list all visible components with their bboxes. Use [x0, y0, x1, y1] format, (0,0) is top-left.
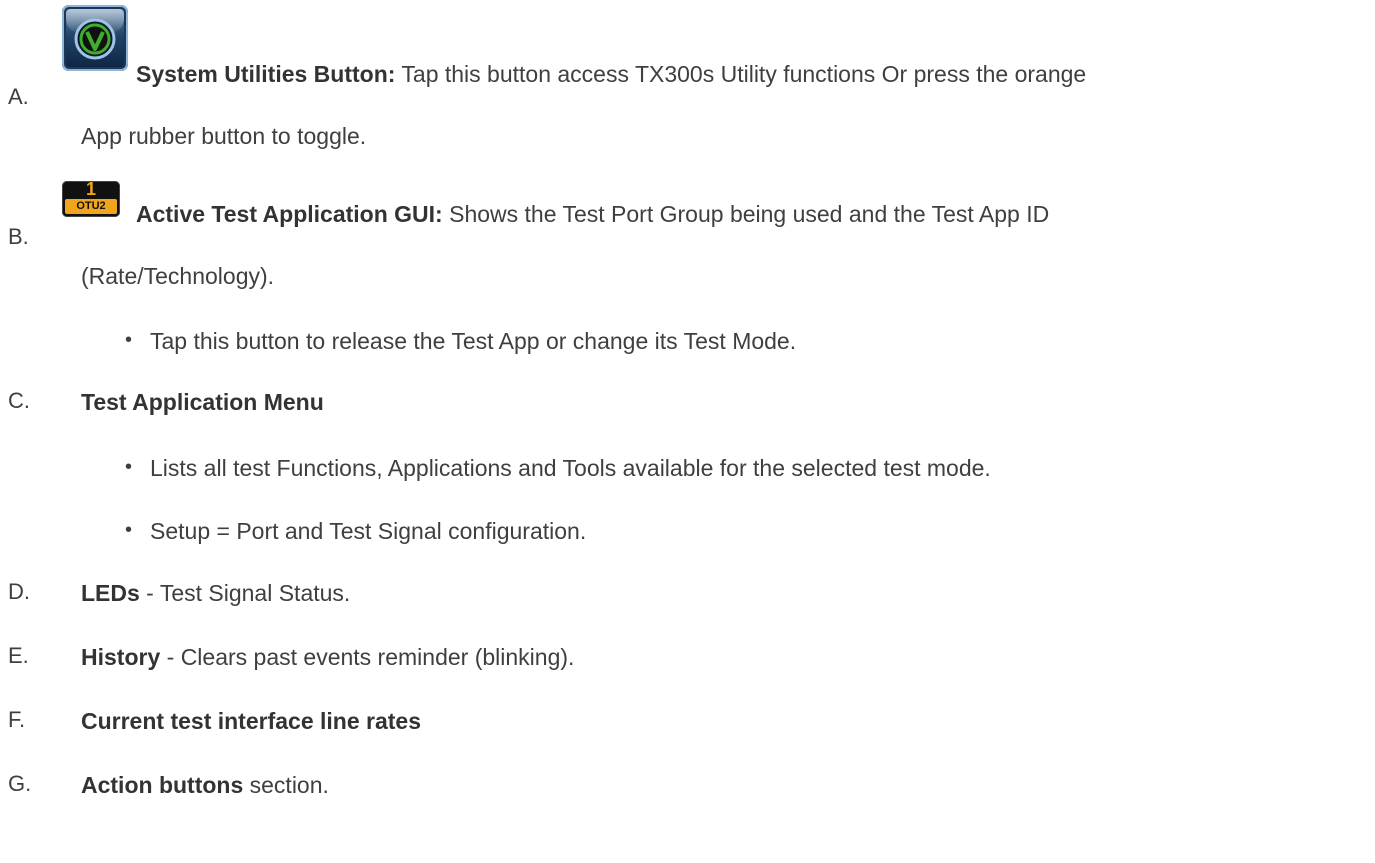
bullet-b-1: • — [125, 329, 133, 351]
item-letter-a: A. — [8, 84, 29, 109]
item-d-line: LEDs - Test Signal Status. — [81, 579, 350, 607]
item-c-bullet-2: Setup = Port and Test Signal configurati… — [150, 518, 587, 544]
otu2-test-app-icon: 1 OTU2 — [62, 181, 120, 217]
item-a-title: System Utilities Button: — [136, 61, 396, 87]
item-e-title: History — [81, 644, 161, 670]
item-c-line: Test Application Menu — [81, 388, 324, 416]
item-a-text2: App rubber button to toggle. — [81, 123, 367, 149]
item-d-text: - Test Signal Status. — [139, 580, 351, 606]
item-b-text: Shows the Test Port Group being used and… — [442, 201, 1050, 227]
item-letter-f: F. — [8, 707, 26, 732]
item-g-text: section. — [243, 772, 329, 798]
item-letter-b: B. — [8, 224, 29, 249]
otu2-icon-rate: OTU2 — [65, 199, 117, 214]
item-f-line: Current test interface line rates — [81, 707, 421, 735]
otu2-icon-number: 1 — [85, 181, 96, 199]
item-a-text: Tap this button access TX300s Utility fu… — [395, 61, 1087, 87]
item-b-line1: Active Test Application GUI: Shows the T… — [136, 200, 1049, 228]
system-utilities-icon — [62, 5, 128, 71]
item-b-text2: (Rate/Technology). — [81, 263, 275, 289]
bullet-c-2: • — [125, 519, 133, 541]
item-a-line1: System Utilities Button: Tap this button… — [136, 60, 1086, 88]
item-letter-g: G. — [8, 771, 32, 796]
item-c-title: Test Application Menu — [81, 389, 324, 415]
item-g-line: Action buttons section. — [81, 771, 329, 799]
item-g-title: Action buttons — [81, 772, 244, 798]
item-letter-d: D. — [8, 579, 30, 604]
item-d-title: LEDs — [81, 580, 140, 606]
item-f-title: Current test interface line rates — [81, 708, 422, 734]
item-b-title: Active Test Application GUI: — [136, 201, 443, 227]
help-page: A. System Utilities Button: Tap this but… — [0, 0, 1375, 863]
item-e-text: - Clears past events reminder (blinking)… — [160, 644, 575, 670]
item-b-bullet-1: Tap this button to release the Test App … — [150, 328, 797, 354]
item-c-bullet-1: Lists all test Functions, Applications a… — [150, 455, 991, 481]
item-letter-e: E. — [8, 643, 29, 668]
bullet-c-1: • — [125, 456, 133, 478]
item-letter-c: C. — [8, 388, 30, 413]
item-e-line: History - Clears past events reminder (b… — [81, 643, 574, 671]
